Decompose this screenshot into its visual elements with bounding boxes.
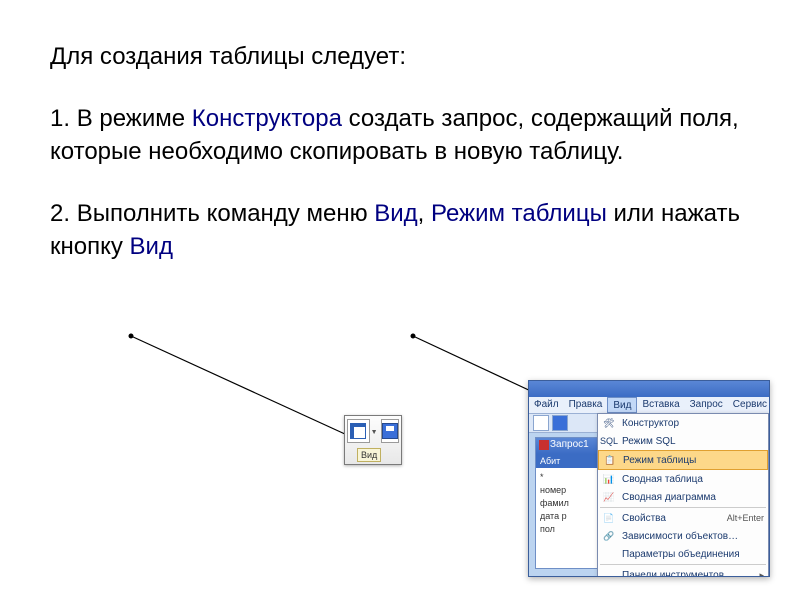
menu-item-dependencies[interactable]: 🔗 Зависимости объектов… (598, 527, 768, 545)
menu-item-sql[interactable]: SQL Режим SQL (598, 432, 768, 450)
design-icon: 🛠 (602, 416, 616, 430)
title-bar (529, 381, 769, 397)
pivot-chart-icon: 📈 (602, 490, 616, 504)
dependencies-icon: 🔗 (602, 529, 616, 543)
view-button[interactable]: ▼ (347, 419, 370, 443)
menu-item-join-params[interactable]: Параметры объединения (598, 545, 768, 563)
label: Конструктор (622, 418, 679, 429)
save-icon (382, 423, 398, 439)
menu-bar: Файл Правка Вид Вставка Запрос Сервис Ок (529, 397, 769, 414)
label: Сводная таблица (622, 474, 703, 485)
datasheet-icon (350, 423, 366, 439)
label: Режим SQL (622, 436, 676, 447)
menu-item-datasheet[interactable]: 📋 Режим таблицы (598, 450, 768, 470)
separator (600, 507, 766, 508)
text: В режиме (77, 105, 192, 132)
dropdown-arrow-icon: ▼ (371, 429, 378, 436)
datasheet-icon: 📋 (603, 453, 617, 467)
label: Зависимости объектов… (622, 531, 738, 542)
highlight-view-button: Вид (130, 233, 173, 260)
properties-icon: 📄 (602, 511, 616, 525)
menu-view[interactable]: Вид (607, 397, 637, 413)
submenu-arrow-icon: ▸ (759, 570, 764, 578)
blank-icon (602, 547, 616, 561)
menu-edit[interactable]: Правка (564, 397, 608, 413)
toolbar-save-icon[interactable] (552, 415, 568, 431)
text: Выполнить команду меню (77, 200, 375, 227)
menu-service[interactable]: Сервис (728, 397, 770, 413)
tooltip: Вид (357, 448, 381, 462)
label: Панели инструментов (622, 570, 724, 578)
toolbar-new-icon[interactable] (533, 415, 549, 431)
highlight-table-mode: Режим таблицы (431, 200, 607, 227)
slide-title: Для создания таблицы следует: (50, 40, 750, 74)
separator (600, 564, 766, 565)
menu-insert[interactable]: Вставка (637, 397, 684, 413)
menu-item-design[interactable]: 🛠 Конструктор (598, 414, 768, 432)
slide-content: Для создания таблицы следует: 1. В режим… (0, 0, 800, 332)
save-button[interactable] (381, 419, 399, 443)
menu-item-pivot-chart[interactable]: 📈 Сводная диаграмма (598, 488, 768, 506)
view-dropdown: 🛠 Конструктор SQL Режим SQL 📋 Режим табл… (597, 413, 769, 577)
menu-item-properties[interactable]: 📄 Свойства Alt+Enter (598, 509, 768, 527)
label: Свойства (622, 513, 666, 524)
menu-query[interactable]: Запрос (685, 397, 728, 413)
label: Параметры объединения (622, 549, 740, 560)
menu-item-pivot-table[interactable]: 📊 Сводная таблица (598, 470, 768, 488)
highlight-view: Вид (374, 200, 417, 227)
step-1: 1. В режиме Конструктора создать запрос,… (50, 102, 750, 169)
step-number: 1. (50, 105, 77, 132)
sql-icon: SQL (602, 434, 616, 448)
step-2: 2. Выполнить команду меню Вид, Режим таб… (50, 197, 750, 264)
access-window-screenshot: Файл Правка Вид Вставка Запрос Сервис Ок… (528, 380, 770, 577)
shortcut: Alt+Enter (727, 513, 764, 523)
label: Режим таблицы (623, 455, 696, 466)
step-number: 2. (50, 200, 77, 227)
mini-toolbar: ▼ (345, 416, 401, 444)
view-button-screenshot: ▼ Вид (344, 415, 402, 465)
menu-file[interactable]: Файл (529, 397, 564, 413)
menu-item-toolbars[interactable]: Панели инструментов ▸ (598, 566, 768, 577)
blank-icon (602, 568, 616, 577)
highlight-constructor: Конструктора (192, 105, 342, 132)
text: , (418, 200, 431, 227)
label: Сводная диаграмма (622, 492, 716, 503)
pivot-table-icon: 📊 (602, 472, 616, 486)
